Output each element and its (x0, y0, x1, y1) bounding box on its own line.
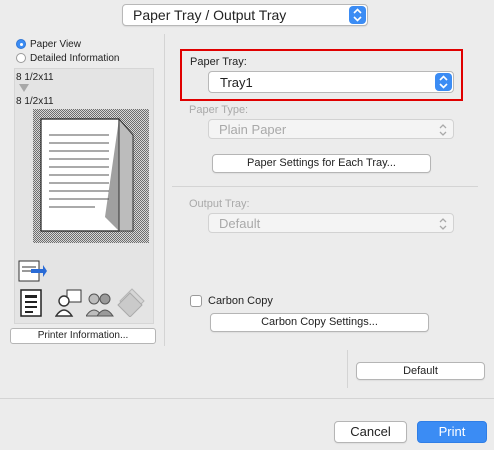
papers-stack-icon (117, 288, 145, 317)
up-down-chevron-icon (439, 218, 447, 230)
carbon-copy-settings-button[interactable]: Carbon Copy Settings... (210, 313, 429, 332)
output-tray-value: Default (219, 216, 261, 231)
carbon-copy-checkbox-row[interactable]: Carbon Copy (190, 295, 273, 307)
document-icon (20, 289, 42, 317)
settings-panel-popup[interactable]: Paper Tray / Output Tray (122, 4, 368, 26)
arrow-down-icon (19, 84, 29, 92)
paper-tray-value: Tray1 (220, 75, 253, 90)
tray-feed-icon (18, 260, 47, 282)
up-down-chevron-icon (435, 73, 452, 91)
cancel-button[interactable]: Cancel (334, 421, 407, 443)
radio-detailed-information-label: Detailed Information (30, 52, 120, 64)
lower-divider (347, 350, 348, 388)
panel-divider (164, 34, 165, 346)
group-users-icon (86, 293, 114, 317)
paper-type-value: Plain Paper (219, 122, 287, 137)
radio-paper-view[interactable]: Paper View (16, 37, 81, 51)
print-button[interactable]: Print (417, 421, 487, 443)
radio-paper-view-label: Paper View (30, 38, 81, 50)
section-divider (172, 186, 478, 187)
output-tray-select[interactable]: Default (208, 213, 454, 233)
output-size-label: 8 1/2x11 (16, 96, 54, 107)
output-tray-label: Output Tray: (189, 198, 250, 210)
paper-type-label: Paper Type: (189, 104, 249, 116)
radio-detailed-information[interactable]: Detailed Information (16, 51, 120, 65)
paper-tray-select[interactable]: Tray1 (208, 71, 454, 93)
paper-type-select[interactable]: Plain Paper (208, 119, 454, 139)
paper-settings-button[interactable]: Paper Settings for Each Tray... (212, 154, 431, 173)
radio-selected-icon (16, 39, 26, 49)
paper-tray-label: Paper Tray: (190, 56, 247, 68)
radio-unselected-icon (16, 53, 26, 63)
up-down-chevron-icon (349, 6, 366, 24)
printer-information-button[interactable]: Printer Information... (10, 328, 156, 344)
footer-divider (0, 398, 494, 399)
up-down-chevron-icon (439, 124, 447, 136)
original-size-label: 8 1/2x11 (16, 72, 54, 83)
carbon-copy-label: Carbon Copy (208, 295, 273, 307)
carbon-copy-checkbox[interactable] (190, 295, 202, 307)
page-preview-icon (33, 109, 149, 243)
user-icon (55, 289, 82, 317)
settings-panel-popup-label: Paper Tray / Output Tray (133, 7, 287, 23)
default-button[interactable]: Default (356, 362, 485, 380)
